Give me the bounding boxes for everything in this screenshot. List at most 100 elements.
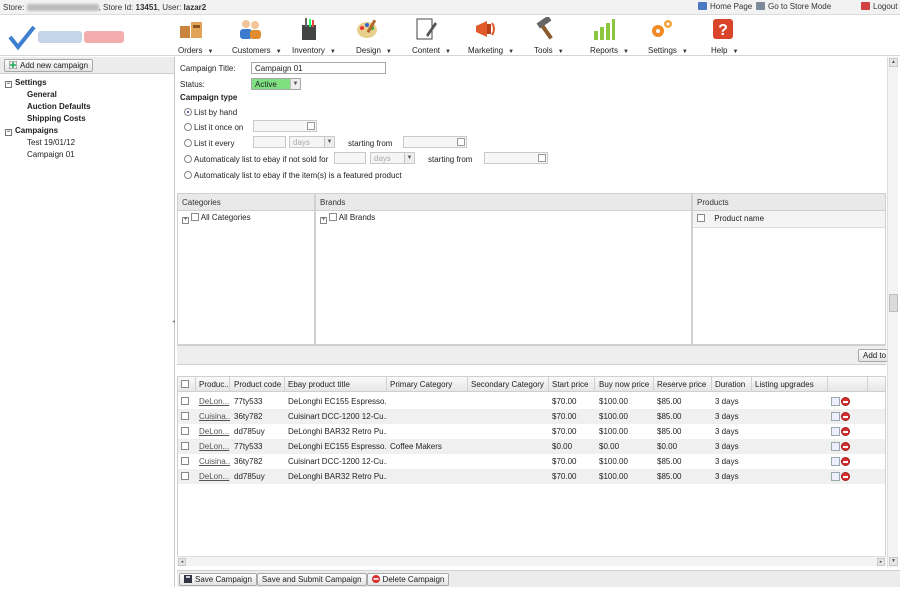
checkbox[interactable] (329, 213, 337, 221)
row-checkbox[interactable] (181, 472, 189, 480)
delete-icon[interactable] (841, 442, 850, 451)
column-header[interactable]: Secondary Category (468, 377, 549, 392)
row-select-cell[interactable] (178, 424, 196, 439)
column-header[interactable]: Primary Category (387, 377, 468, 392)
row-checkbox[interactable] (181, 442, 189, 450)
column-header[interactable]: Duration (712, 377, 752, 392)
nav-help[interactable]: ? Help ▼ (711, 17, 738, 55)
list-once-date-input[interactable] (253, 120, 317, 132)
scroll-right-icon[interactable]: ▸ (877, 558, 885, 566)
table-row[interactable]: DeLon... dd785uy DeLonghi BAR32 Retro Pu..… (178, 469, 885, 484)
not-sold-start-date-input[interactable] (484, 152, 548, 164)
table-row[interactable]: Cuisina... 36ty782 Cuisinart DCC-1200 12-C… (178, 454, 885, 469)
nav-content[interactable]: Content ▼ (412, 17, 451, 55)
save-submit-campaign-button[interactable]: Save and Submit Campaign (256, 573, 367, 586)
column-header[interactable]: Ebay product title (285, 377, 387, 392)
column-header[interactable]: Reserve price (654, 377, 712, 392)
row-select-cell[interactable] (178, 439, 196, 454)
delete-icon[interactable] (841, 397, 850, 406)
table-row[interactable]: DeLon... dd785uy DeLonghi BAR32 Retro Pu..… (178, 424, 885, 439)
list-every-start-date-input[interactable] (403, 136, 467, 148)
select-all-cell[interactable] (178, 377, 196, 392)
tree-general[interactable]: General (0, 89, 174, 101)
scroll-thumb[interactable] (889, 294, 898, 312)
checkbox[interactable] (191, 213, 199, 221)
not-sold-unit-select[interactable]: days ▼ (370, 152, 415, 164)
list-every-amount-input[interactable] (253, 136, 286, 148)
add-to-list-button[interactable]: Add to li (858, 349, 888, 362)
scroll-up-icon[interactable]: ▲ (889, 58, 898, 67)
edit-icon[interactable] (831, 457, 840, 466)
delete-campaign-button[interactable]: Delete Campaign (366, 573, 450, 586)
row-checkbox[interactable] (181, 412, 189, 420)
nav-customers[interactable]: Customers ▼ (232, 17, 282, 55)
category-node-all[interactable]: + All Categories (178, 211, 314, 224)
collapse-icon[interactable]: − (5, 81, 12, 88)
tree-shipping-costs[interactable]: Shipping Costs (0, 113, 174, 125)
logout-link[interactable]: Logout (861, 2, 897, 11)
tree-campaign-test[interactable]: Test 19/01/12 (0, 137, 174, 149)
select-all-checkbox[interactable] (181, 380, 189, 388)
table-row[interactable]: DeLon... 77ty533 DeLonghi EC155 Espresso..… (178, 394, 885, 409)
edit-icon[interactable] (831, 412, 840, 421)
store-mode-link[interactable]: Go to Store Mode (756, 2, 831, 11)
radio-list-every[interactable] (184, 139, 192, 147)
scroll-left-icon[interactable]: ◂ (178, 558, 186, 566)
row-select-cell[interactable] (178, 454, 196, 469)
table-row[interactable]: DeLon... 77ty533 DeLonghi EC155 Espresso..… (178, 439, 885, 454)
nav-marketing[interactable]: Marketing ▼ (468, 17, 514, 55)
row-checkbox[interactable] (181, 397, 189, 405)
row-select-cell[interactable] (178, 394, 196, 409)
list-every-unit-select[interactable]: days ▼ (289, 136, 335, 148)
tree-settings[interactable]: − Settings (0, 77, 174, 89)
edit-icon[interactable] (831, 472, 840, 481)
edit-icon[interactable] (831, 397, 840, 406)
delete-icon[interactable] (841, 412, 850, 421)
collapse-icon[interactable]: − (5, 129, 12, 136)
select-all-checkbox[interactable] (697, 214, 705, 222)
vertical-scrollbar[interactable]: ▲ ▼ (887, 57, 898, 567)
product-name-link[interactable]: DeLon... (196, 424, 230, 439)
expand-icon[interactable]: + (320, 217, 327, 224)
status-select[interactable]: Active ▼ (251, 78, 301, 90)
column-header[interactable]: Product code (231, 377, 285, 392)
delete-icon[interactable] (841, 472, 850, 481)
column-header[interactable]: Buy now price (596, 377, 654, 392)
nav-inventory[interactable]: Inventory ▼ (292, 17, 336, 55)
brand-node-all[interactable]: + All Brands (316, 211, 691, 224)
row-select-cell[interactable] (178, 409, 196, 424)
horizontal-scrollbar[interactable]: ◂ ▸ (177, 556, 886, 566)
product-name-link[interactable]: Cuisina... (196, 454, 230, 469)
product-name-link[interactable]: Cuisina... (196, 409, 230, 424)
column-header[interactable]: Produc... (196, 377, 230, 392)
not-sold-amount-input[interactable] (334, 152, 366, 164)
product-name-link[interactable]: DeLon... (196, 439, 230, 454)
delete-icon[interactable] (841, 457, 850, 466)
home-page-link[interactable]: Home Page (698, 2, 752, 11)
tree-auction-defaults[interactable]: Auction Defaults (0, 101, 174, 113)
radio-list-by-hand[interactable] (184, 108, 192, 116)
edit-icon[interactable] (831, 442, 840, 451)
product-name-link[interactable]: DeLon... (196, 469, 230, 484)
tree-campaigns[interactable]: − Campaigns (0, 125, 174, 137)
nav-settings[interactable]: Settings ▼ (648, 17, 688, 55)
radio-featured[interactable] (184, 171, 192, 179)
scroll-down-icon[interactable]: ▼ (889, 557, 898, 566)
radio-list-once[interactable] (184, 123, 192, 131)
nav-orders[interactable]: Orders ▼ (178, 17, 213, 55)
grid-header-row[interactable]: Produc... Product code Ebay product title P… (178, 377, 885, 392)
nav-tools[interactable]: Tools ▼ (534, 15, 564, 55)
row-checkbox[interactable] (181, 457, 189, 465)
nav-reports[interactable]: Reports ▼ (590, 17, 629, 55)
column-header[interactable]: Start price (549, 377, 595, 392)
campaign-title-input[interactable]: Campaign 01 (251, 62, 386, 74)
calendar-icon[interactable] (538, 154, 546, 162)
add-campaign-button[interactable]: Add new campaign (4, 59, 94, 72)
calendar-icon[interactable] (307, 122, 315, 130)
edit-icon[interactable] (831, 427, 840, 436)
panel-splitter[interactable]: ◂ (172, 318, 175, 325)
tree-campaign-01[interactable]: Campaign 01 (0, 149, 174, 161)
column-header[interactable]: Listing upgrades (752, 377, 828, 392)
save-campaign-button[interactable]: Save Campaign (179, 573, 257, 586)
row-checkbox[interactable] (181, 427, 189, 435)
